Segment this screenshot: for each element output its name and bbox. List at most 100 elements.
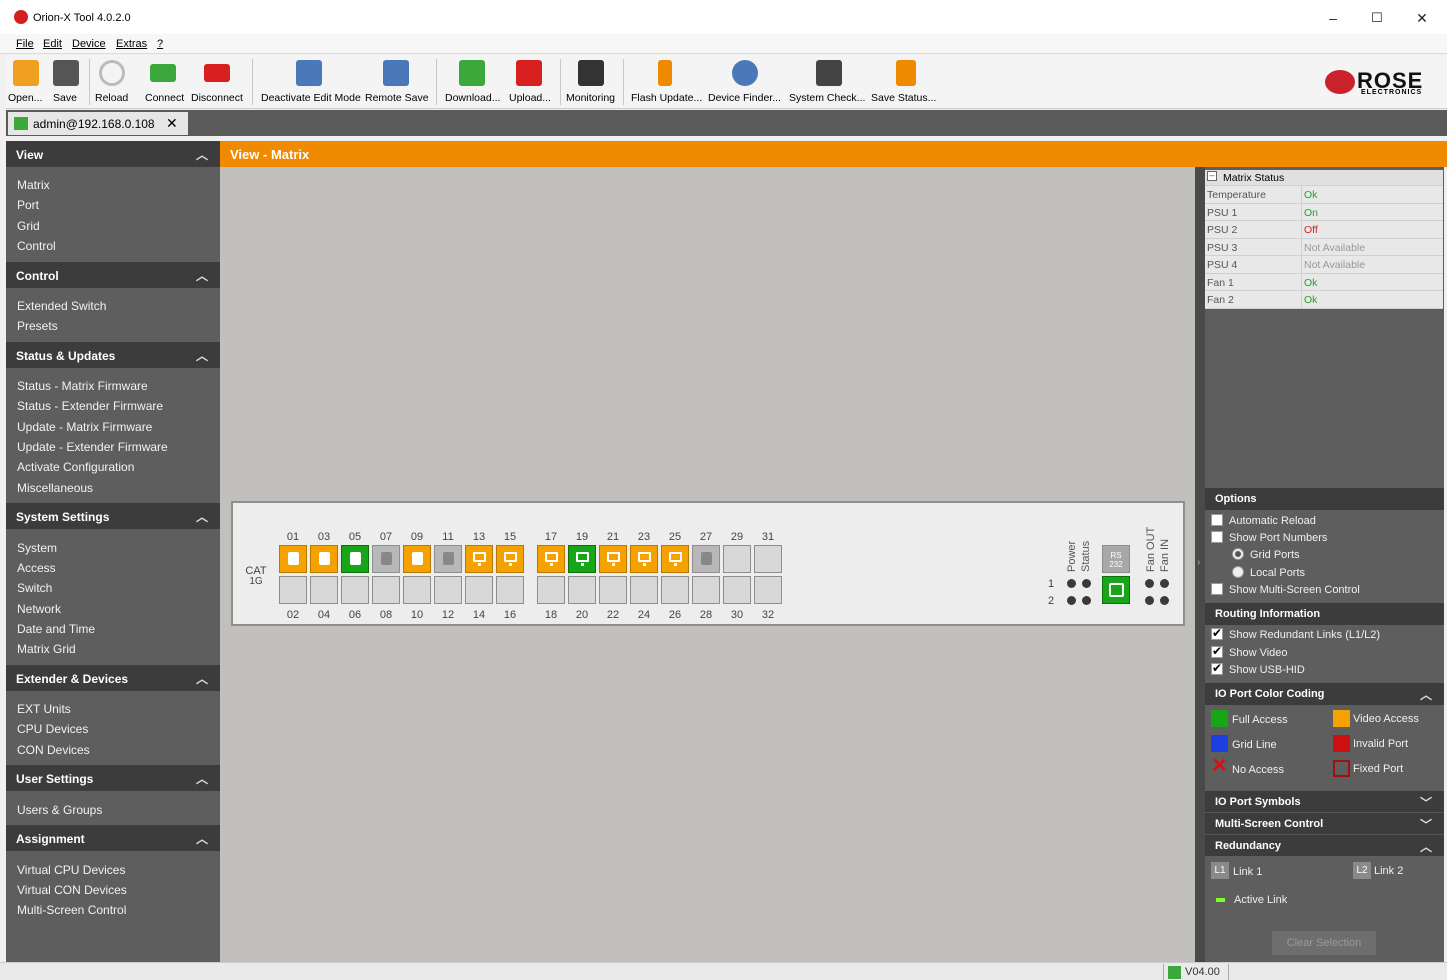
port-13[interactable] (465, 545, 493, 573)
multi-screen-control-header[interactable]: Multi-Screen Control ﹀ (1205, 812, 1444, 834)
port-16[interactable] (496, 576, 524, 604)
sidebar-item-update-matrix-firmware[interactable]: Update - Matrix Firmware (17, 420, 152, 434)
menu-edit[interactable]: Edit (43, 38, 62, 50)
local-ports-radio[interactable] (1232, 566, 1244, 578)
sidebar-section-extender-and-devices[interactable]: Extender & Devices ︿ (6, 665, 220, 691)
open-button[interactable]: Open... (6, 55, 46, 109)
panel-splitter[interactable]: › (1195, 167, 1205, 962)
sidebar-section-status-and-updates[interactable]: Status & Updates ︿ (6, 342, 220, 368)
menu-device[interactable]: Device (72, 38, 106, 50)
sidebar-section-system-settings[interactable]: System Settings ︿ (6, 503, 220, 529)
sidebar-item-port[interactable]: Port (17, 198, 39, 212)
port-02[interactable] (279, 576, 307, 604)
sidebar-item-extended-switch[interactable]: Extended Switch (17, 299, 106, 313)
port-03[interactable] (310, 545, 338, 573)
minimize-button[interactable]: – (1323, 8, 1343, 28)
sidebar-item-date-and-time[interactable]: Date and Time (17, 622, 95, 636)
port-32[interactable] (754, 576, 782, 604)
menu-help[interactable]: ? (157, 38, 163, 50)
sidebar-item-switch[interactable]: Switch (17, 581, 52, 595)
port-22[interactable] (599, 576, 627, 604)
network-port[interactable] (1102, 576, 1130, 604)
rs232-port[interactable]: RS 232 (1102, 545, 1130, 573)
port-19[interactable] (568, 545, 596, 573)
port-31[interactable] (754, 545, 782, 573)
port-15[interactable] (496, 545, 524, 573)
automatic-reload-checkbox[interactable] (1211, 514, 1223, 526)
port-06[interactable] (341, 576, 369, 604)
remote-save-button[interactable]: Remote Save (362, 55, 430, 109)
sidebar-section-user-settings[interactable]: User Settings ︿ (6, 765, 220, 791)
port-17[interactable] (537, 545, 565, 573)
sidebar-item-grid[interactable]: Grid (17, 219, 40, 233)
collapse-icon[interactable]: – (1207, 171, 1217, 181)
session-tab[interactable]: admin@192.168.0.108 ✕ (8, 112, 188, 135)
sidebar-item-con-devices[interactable]: CON Devices (17, 743, 90, 757)
port-05[interactable] (341, 545, 369, 573)
port-30[interactable] (723, 576, 751, 604)
close-window-button[interactable]: ✕ (1412, 8, 1432, 28)
maximize-button[interactable]: ☐ (1367, 8, 1387, 28)
sidebar-item-control[interactable]: Control (17, 239, 56, 253)
port-23[interactable] (630, 545, 658, 573)
save-status-button[interactable]: Save Status... (868, 55, 942, 109)
port-09[interactable] (403, 545, 431, 573)
port-10[interactable] (403, 576, 431, 604)
menu-file[interactable]: File (16, 38, 34, 50)
port-08[interactable] (372, 576, 400, 604)
sidebar-item-miscellaneous[interactable]: Miscellaneous (17, 481, 93, 495)
port-04[interactable] (310, 576, 338, 604)
port-11[interactable] (434, 545, 462, 573)
show-port-numbers-checkbox[interactable] (1211, 531, 1223, 543)
clear-selection-button[interactable]: Clear Selection (1272, 931, 1376, 955)
system-check-button[interactable]: System Check... (786, 55, 868, 109)
port-28[interactable] (692, 576, 720, 604)
connect-button[interactable]: Connect (142, 55, 186, 109)
sidebar-item-virtual-cpu-devices[interactable]: Virtual CPU Devices (17, 863, 125, 877)
port-01[interactable] (279, 545, 307, 573)
sidebar-item-access[interactable]: Access (17, 561, 56, 575)
sidebar-item-multi-screen-control[interactable]: Multi-Screen Control (17, 903, 126, 917)
sidebar-item-matrix-grid[interactable]: Matrix Grid (17, 642, 76, 656)
grid-ports-radio[interactable] (1232, 548, 1244, 560)
sidebar-item-activate-configuration[interactable]: Activate Configuration (17, 460, 134, 474)
show-video-checkbox[interactable] (1211, 644, 1223, 658)
sidebar-item-network[interactable]: Network (17, 602, 61, 616)
flash-update-button[interactable]: Flash Update... (628, 55, 704, 109)
sidebar-item-matrix[interactable]: Matrix (17, 178, 50, 192)
port-07[interactable] (372, 545, 400, 573)
sidebar-section-control[interactable]: Control ︿ (6, 262, 220, 288)
show-multi-screen-checkbox[interactable] (1211, 583, 1223, 595)
download-button[interactable]: Download... (442, 55, 506, 109)
upload-button[interactable]: Upload... (506, 55, 554, 109)
sidebar-item-presets[interactable]: Presets (17, 319, 58, 333)
reload-button[interactable]: Reload (92, 55, 132, 109)
port-12[interactable] (434, 576, 462, 604)
disconnect-button[interactable]: Disconnect (190, 55, 246, 109)
port-25[interactable] (661, 545, 689, 573)
sidebar-item-cpu-devices[interactable]: CPU Devices (17, 722, 88, 736)
port-29[interactable] (723, 545, 751, 573)
matrix-status-header[interactable]: – Matrix Status (1205, 170, 1443, 186)
port-27[interactable] (692, 545, 720, 573)
sidebar-item-update-extender-firmware[interactable]: Update - Extender Firmware (17, 440, 168, 454)
sidebar-section-view[interactable]: View ︿ (6, 141, 220, 167)
show-usb-hid-checkbox[interactable] (1211, 661, 1223, 675)
close-session-icon[interactable]: ✕ (166, 115, 178, 132)
monitoring-button[interactable]: Monitoring (564, 55, 618, 109)
deactivate-edit-mode-button[interactable]: Deactivate Edit Mode (258, 55, 362, 109)
sidebar-item-system[interactable]: System (17, 541, 57, 555)
device-finder-button[interactable]: Device Finder... (706, 55, 784, 109)
menu-extras[interactable]: Extras (116, 38, 147, 50)
sidebar-item-virtual-con-devices[interactable]: Virtual CON Devices (17, 883, 127, 897)
sidebar-item-users-and-groups[interactable]: Users & Groups (17, 803, 102, 817)
port-24[interactable] (630, 576, 658, 604)
port-21[interactable] (599, 545, 627, 573)
io-port-symbols-header[interactable]: IO Port Symbols ﹀ (1205, 791, 1444, 813)
io-port-color-coding-header[interactable]: IO Port Color Coding ︿ (1205, 683, 1444, 705)
sidebar-item-status-matrix-firmware[interactable]: Status - Matrix Firmware (17, 379, 148, 393)
show-redundant-links-checkbox[interactable] (1211, 626, 1223, 640)
port-20[interactable] (568, 576, 596, 604)
redundancy-header[interactable]: Redundancy ︿ (1205, 834, 1444, 856)
port-18[interactable] (537, 576, 565, 604)
